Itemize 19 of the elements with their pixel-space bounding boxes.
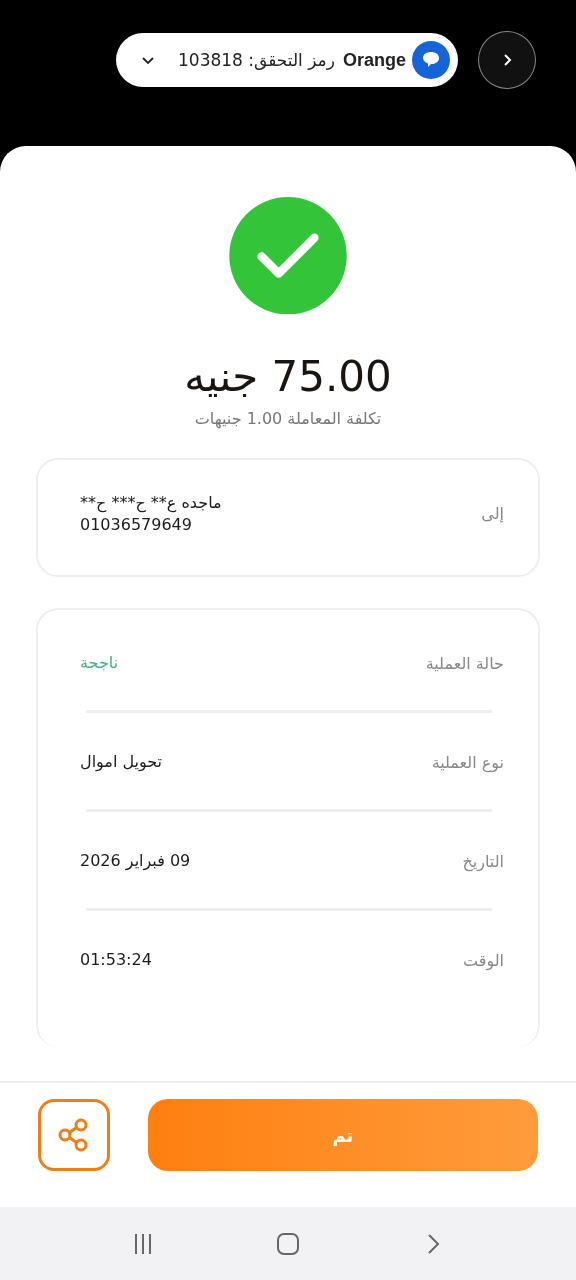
share-button[interactable] bbox=[38, 1099, 110, 1171]
detail-value: تحويل اموال bbox=[80, 751, 163, 773]
detail-label: الوقت bbox=[463, 950, 504, 970]
forward-button[interactable] bbox=[478, 31, 536, 89]
amount: 75.00 جنيه bbox=[184, 352, 392, 403]
notification-sender: Orange bbox=[342, 49, 406, 71]
recipient-phone: 01036579649 bbox=[80, 514, 192, 537]
notification-message: رمز التحقق: 103818 bbox=[178, 50, 335, 70]
chat-bubble-icon bbox=[412, 41, 451, 79]
detail-value: 01:53:24 bbox=[80, 949, 152, 971]
detail-label: نوع العملية bbox=[431, 752, 504, 772]
fee-text: تكلفة المعاملة 1.00 جنيهات bbox=[194, 409, 382, 429]
detail-value: 09 فبراير 2026 bbox=[80, 850, 191, 872]
recipient-name: ماجده ع** ح*** ح** bbox=[80, 492, 222, 515]
detail-label: حالة العملية bbox=[425, 653, 504, 673]
status-value: ناجحة bbox=[80, 652, 119, 674]
recipient-label: إلى bbox=[481, 504, 504, 524]
detail-label: التاريخ bbox=[462, 851, 504, 871]
home-icon[interactable] bbox=[276, 1231, 300, 1256]
